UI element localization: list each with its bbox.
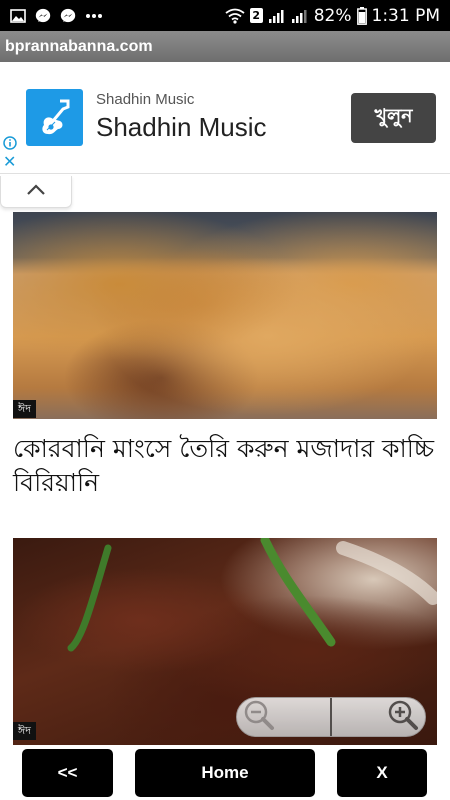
home-button[interactable]: Home [135, 749, 315, 797]
zoom-control [236, 697, 426, 737]
battery-icon [356, 6, 367, 25]
ad-banner[interactable]: Shadhin Music Shadhin Music খুলুন ✕ [0, 62, 450, 174]
notification-icons [10, 8, 103, 24]
ad-headline[interactable]: Shadhin Music [96, 112, 267, 143]
zoom-out-button[interactable] [237, 698, 332, 736]
clock: 1:31 PM [371, 5, 441, 26]
battery-percent: 82% [313, 5, 352, 26]
ad-advertiser-label: Shadhin Music [96, 91, 195, 108]
category-tag[interactable]: ঈদ [13, 722, 36, 740]
back-button[interactable]: << [22, 749, 113, 797]
status-bar: 2 82% 1:31 PM [0, 0, 450, 31]
collapse-ad-button[interactable] [0, 176, 72, 208]
article-title[interactable]: কোরবানি মাংসে তৈরি করুন মজাদার কাচ্চি বি… [13, 432, 437, 500]
system-indicators: 2 82% 1:31 PM [225, 6, 440, 26]
image-icon [10, 8, 26, 23]
zoom-in-icon [387, 699, 419, 736]
wifi-icon [225, 8, 245, 24]
guitar-icon[interactable] [26, 89, 83, 146]
screen: 2 82% 1:31 PM bprannabanna.com Shadhin M… [0, 0, 450, 800]
signal-icon [268, 8, 286, 24]
ad-open-button[interactable]: খুলুন [351, 93, 436, 143]
ad-close-icon[interactable]: ✕ [3, 154, 16, 170]
zoom-out-icon [243, 699, 275, 736]
sim-badge: 2 [249, 8, 263, 23]
category-tag[interactable]: ঈদ [13, 400, 36, 418]
article-image-biryani[interactable] [13, 212, 437, 419]
close-button[interactable]: X [337, 749, 427, 797]
more-icon [85, 13, 103, 19]
chevron-up-icon [26, 183, 46, 201]
url-bar[interactable]: bprannabanna.com [0, 31, 450, 62]
zoom-in-button[interactable] [332, 698, 425, 736]
messenger-icon [35, 8, 51, 24]
signal-icon [291, 8, 309, 24]
ad-info-icon[interactable] [3, 136, 17, 150]
messenger-icon [60, 8, 76, 24]
